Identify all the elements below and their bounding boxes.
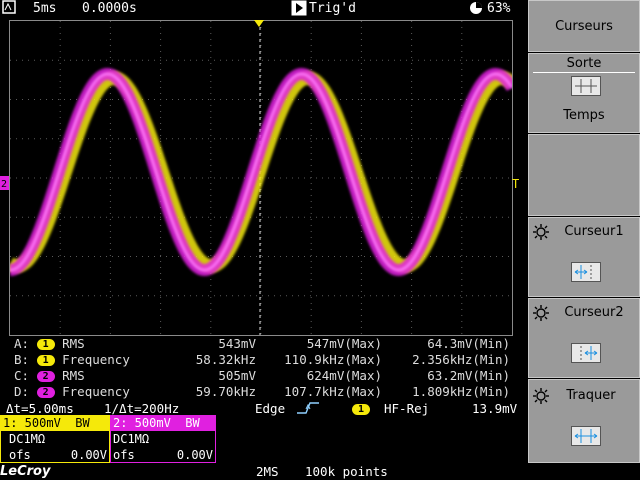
channel1-offset: 0.00V	[70, 448, 107, 462]
cursor2-button[interactable]: Curseur2	[528, 298, 640, 378]
cursor-time-icon	[571, 76, 601, 96]
channel2-offset-label: ofs	[113, 448, 135, 462]
channel1-coupling: DC1MΩ	[9, 432, 46, 446]
meas-name: Frequency	[62, 352, 130, 367]
trigger-source-pill[interactable]: 1	[352, 404, 370, 415]
meas-letter: D:	[14, 384, 30, 399]
channel-pill: 1	[36, 339, 55, 350]
meas-min: 2.356kHz(Min)	[412, 352, 510, 367]
meas-name: RMS	[62, 368, 85, 383]
brand-logo: LeCroy	[0, 464, 51, 479]
waveform-display[interactable]	[6, 20, 518, 336]
status-bar: 5ms 0.0000s Trig'd 63%	[0, 0, 526, 18]
channel2-coupling: DC1MΩ	[113, 432, 150, 446]
ch2-ground-marker[interactable]: 2	[0, 176, 9, 190]
meas-letter: C:	[14, 368, 30, 383]
track-button[interactable]: Traquer	[528, 379, 640, 463]
battery-icon	[468, 0, 484, 20]
cursor1-button[interactable]: Curseur1	[528, 217, 640, 297]
meas-max: 624mV(Max)	[306, 368, 382, 383]
meas-min: 64.3mV(Min)	[427, 336, 510, 351]
cursor-type-label: Sorte	[566, 56, 602, 71]
meas-value: 505mV	[218, 368, 256, 383]
channel-pill: 2	[36, 371, 55, 382]
svg-text:2: 2	[1, 179, 7, 190]
trigger-position-marker[interactable]	[254, 17, 264, 27]
menu-title: Curseurs	[555, 19, 613, 34]
meas-max: 110.9kHz(Max)	[284, 352, 382, 367]
trigger-edge-icon	[296, 401, 320, 419]
trigger-type[interactable]: Edge	[255, 401, 285, 416]
sample-rate: 2MS	[256, 464, 279, 479]
channel1-box[interactable]: 1: 500mV BW DC1MΩ ofs 0.00V	[0, 415, 110, 463]
timebase-readout[interactable]: 5ms	[33, 1, 56, 16]
gear-icon	[533, 305, 549, 325]
scope-mode-icon	[2, 0, 16, 18]
measurement-row[interactable]: D: 2 Frequency	[14, 384, 130, 399]
trigger-level[interactable]: 13.9mV	[472, 401, 517, 416]
trigger-level-marker[interactable]: T	[511, 176, 521, 191]
svg-text:T: T	[512, 177, 519, 190]
meas-letter: A:	[14, 336, 30, 351]
measurement-panel: A: 1 RMS B: 1 Frequency C: 2 RMS D: 2 Fr…	[0, 336, 526, 400]
cursor-type-value: Temps	[563, 108, 605, 123]
meas-value: 543mV	[218, 336, 256, 351]
trigger-coupling[interactable]: HF-Rej	[384, 401, 429, 416]
graticule	[6, 21, 518, 335]
channel2-header: 2: 500mV BW	[111, 416, 215, 431]
softkey-panel: Curseurs Sorte Temps Curseur1 Curseur2 T…	[528, 0, 640, 480]
record-length: 100k points	[305, 464, 388, 479]
cursor-type-button[interactable]: Sorte Temps	[528, 53, 640, 133]
cursor2-label: Curseur2	[564, 305, 624, 320]
meas-name: RMS	[62, 336, 85, 351]
measurement-row[interactable]: B: 1 Frequency	[14, 352, 130, 367]
play-icon	[291, 0, 307, 20]
meas-min: 63.2mV(Min)	[427, 368, 510, 383]
channel-pill: 1	[36, 355, 55, 366]
meas-value: 58.32kHz	[195, 352, 256, 367]
track-label: Traquer	[566, 388, 616, 403]
meas-name: Frequency	[62, 384, 130, 399]
cursor1-label: Curseur1	[564, 224, 624, 239]
channel1-offset-label: ofs	[9, 448, 31, 462]
meas-min: 1.809kHz(Min)	[412, 384, 510, 399]
empty-softkey[interactable]	[528, 134, 640, 216]
measurement-row[interactable]: C: 2 RMS	[14, 368, 85, 383]
channel2-box[interactable]: 2: 500mV BW DC1MΩ ofs 0.00V	[110, 415, 216, 463]
meas-value: 59.70kHz	[195, 384, 256, 399]
measurement-row[interactable]: A: 1 RMS	[14, 336, 85, 351]
delta-t-readout: Δt=5.00ms	[6, 401, 74, 416]
channel2-offset: 0.00V	[176, 448, 213, 462]
delay-readout[interactable]: 0.0000s	[82, 1, 137, 16]
battery-percent: 63%	[487, 1, 511, 16]
meas-max: 547mV(Max)	[306, 336, 382, 351]
gear-icon	[533, 224, 549, 244]
meas-letter: B:	[14, 352, 30, 367]
cursor2-icon	[571, 343, 601, 363]
channel-pill: 2	[36, 387, 55, 398]
channel1-header: 1: 500mV BW	[1, 416, 109, 431]
meas-max: 107.7kHz(Max)	[284, 384, 382, 399]
cursor1-icon	[571, 262, 601, 282]
track-icon	[571, 426, 601, 446]
trigger-state: Trig'd	[309, 1, 356, 16]
inverse-delta-t-readout: 1/Δt=200Hz	[104, 401, 180, 416]
cursors-menu-title[interactable]: Curseurs	[528, 0, 640, 52]
